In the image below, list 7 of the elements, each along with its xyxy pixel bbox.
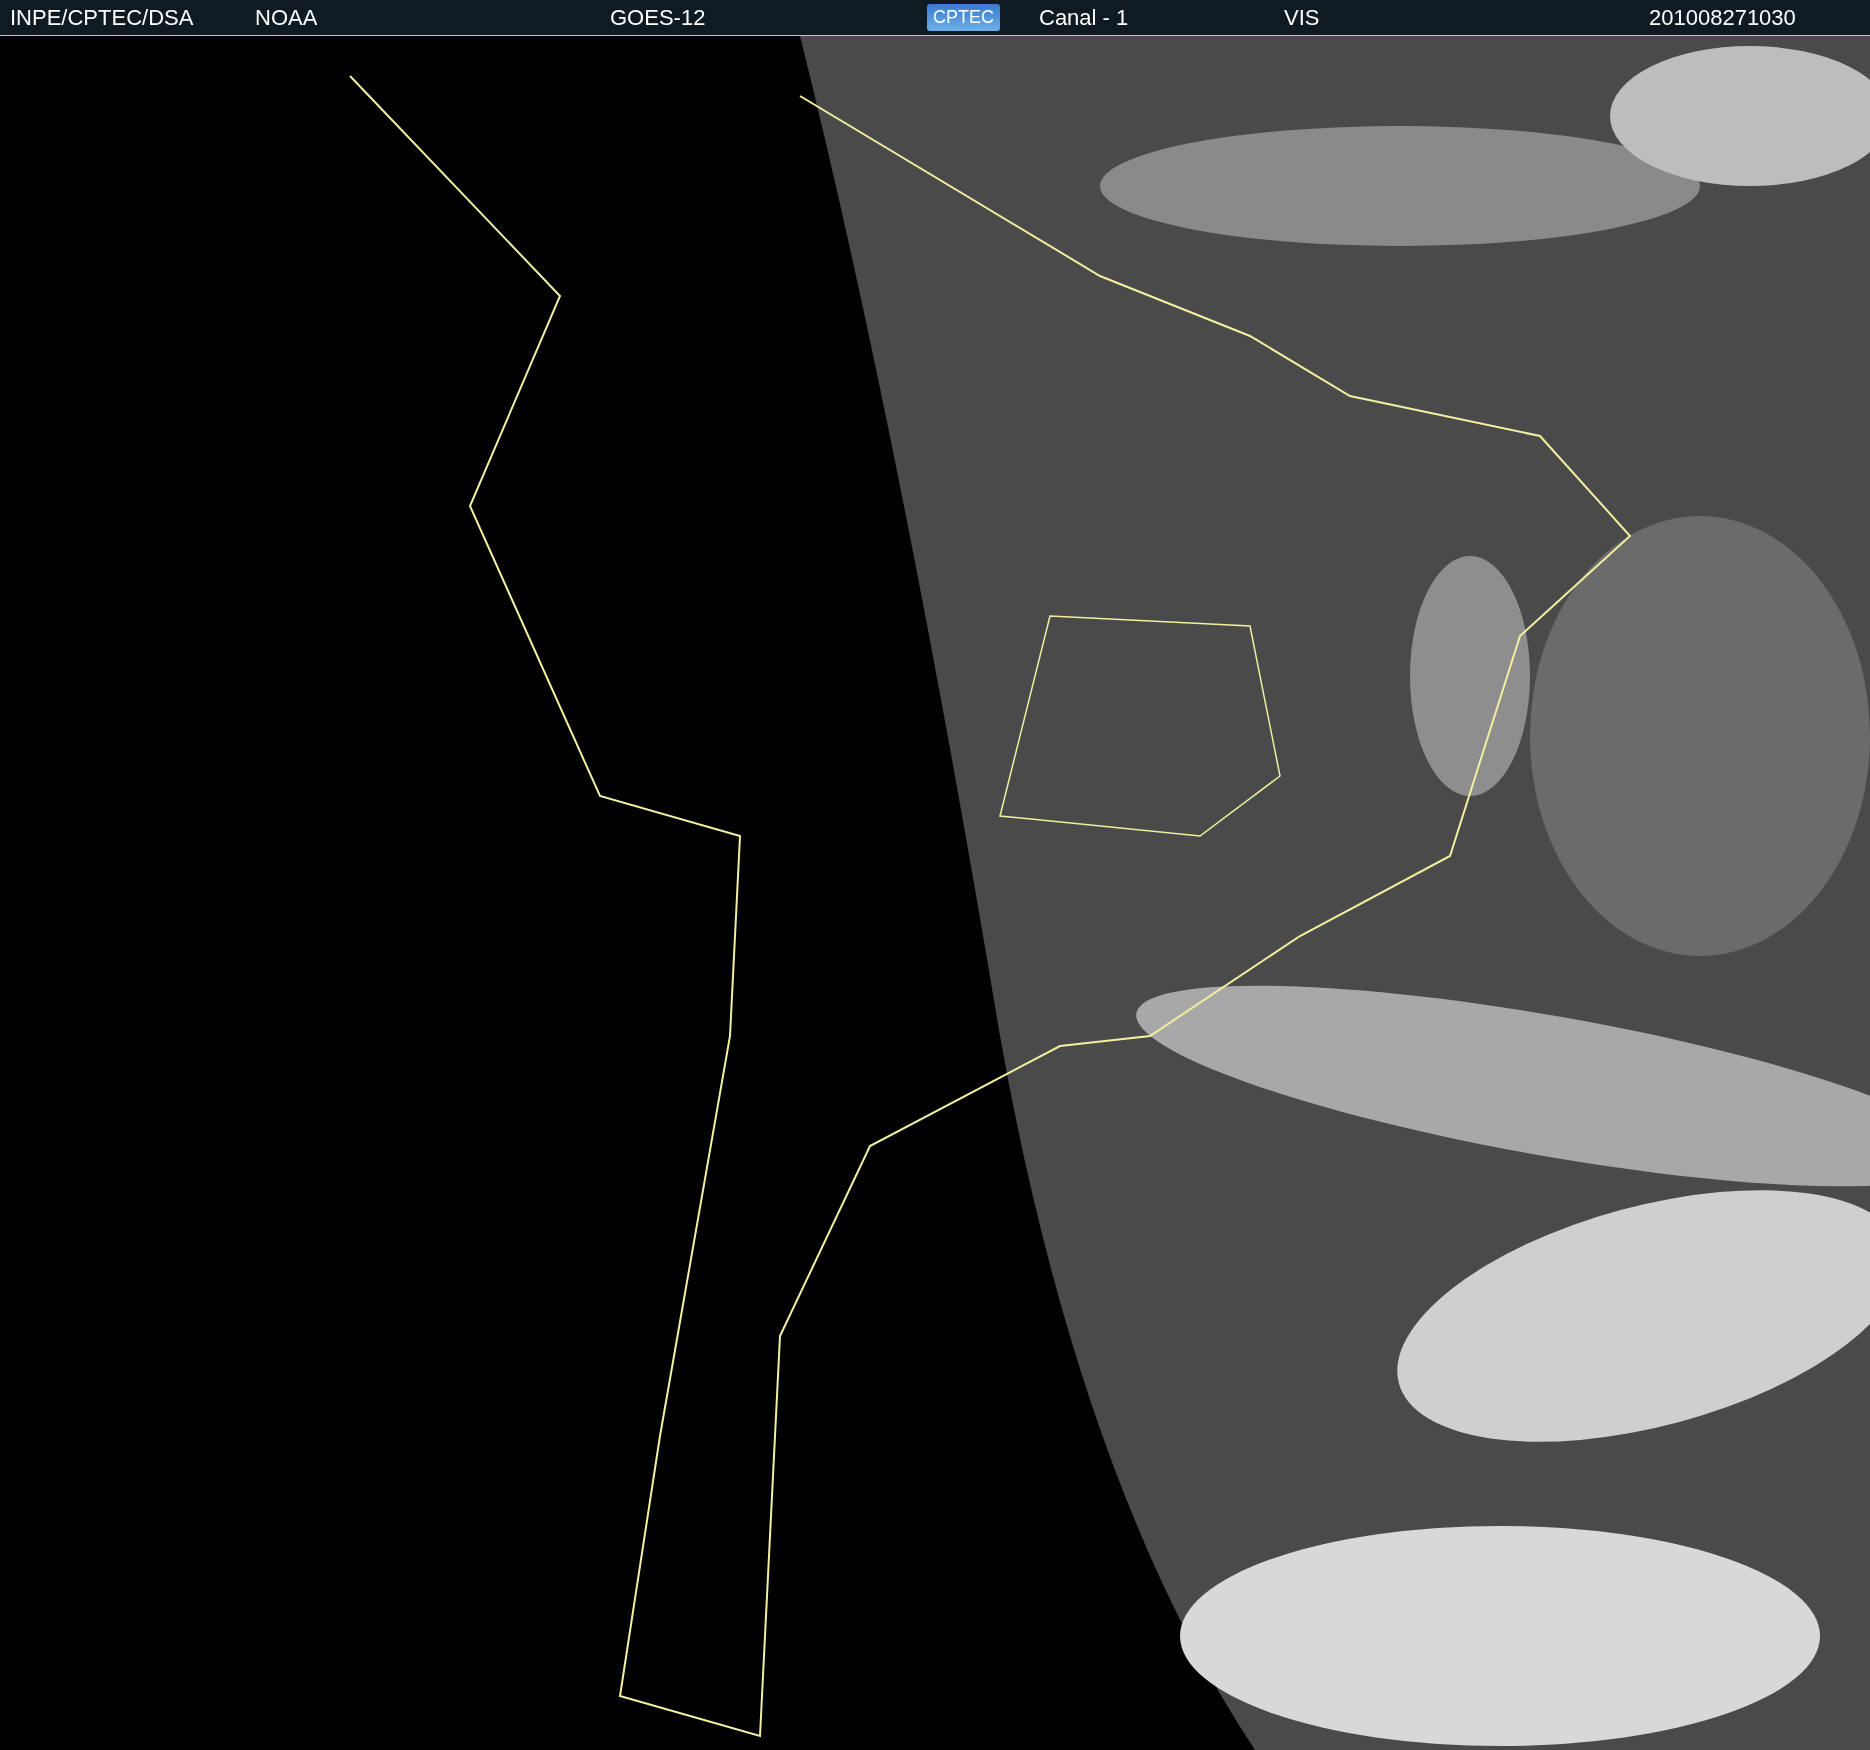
- header-text: INPE/CPTEC/DSA: [10, 4, 194, 31]
- header-text: VIS: [1284, 4, 1320, 31]
- header-text: GOES-12: [610, 4, 706, 31]
- header-text: Canal - 1: [1039, 4, 1129, 31]
- logo: CPTEC: [927, 4, 1000, 31]
- header-text: NOAA: [255, 4, 318, 31]
- header-text: 201008271030: [1649, 4, 1796, 31]
